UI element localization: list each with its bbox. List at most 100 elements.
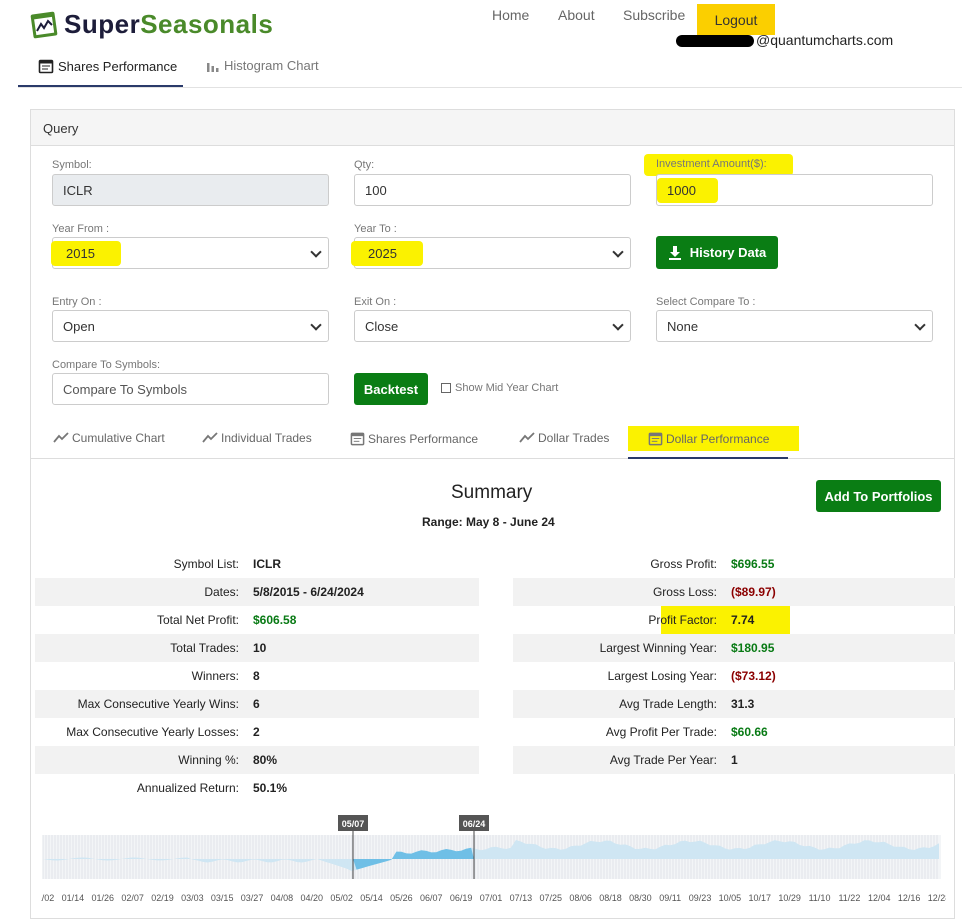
x-tick-label: 04/08 bbox=[271, 893, 294, 903]
tab-shares-performance-sub[interactable]: Shares Performance bbox=[350, 431, 478, 446]
tab-label: Individual Trades bbox=[221, 431, 312, 445]
year-to-select[interactable]: 2025 bbox=[351, 237, 631, 269]
x-tick-label: 04/20 bbox=[301, 893, 324, 903]
stat-row: Total Trades: 10 bbox=[35, 634, 479, 662]
stat-row: Gross Loss: ($89.97) bbox=[513, 578, 955, 606]
range-marker-label: 05/07 bbox=[342, 819, 365, 829]
tab-histogram-chart[interactable]: Histogram Chart bbox=[206, 58, 319, 73]
stat-label: Avg Profit Per Trade: bbox=[605, 725, 717, 739]
active-subtab-indicator bbox=[628, 457, 788, 459]
add-to-portfolios-button[interactable]: Add To Portfolios bbox=[816, 480, 941, 512]
stat-value: ($89.97) bbox=[731, 585, 776, 599]
tab-label: Cumulative Chart bbox=[72, 431, 165, 445]
stat-value: 8 bbox=[253, 669, 260, 683]
x-tick-label: 11/10 bbox=[809, 893, 831, 903]
stat-value: 31.3 bbox=[731, 697, 755, 711]
mid-year-label: Show Mid Year Chart bbox=[455, 382, 559, 394]
exit-select[interactable]: Close bbox=[354, 310, 631, 342]
x-tick-label: 05/26 bbox=[390, 893, 413, 903]
exit-label: Exit On : bbox=[354, 296, 397, 308]
x-tick-label: 09/23 bbox=[689, 893, 712, 903]
brand-logo[interactable]: SuperSeasonals bbox=[30, 6, 273, 42]
x-tick-label: 07/01 bbox=[480, 893, 503, 903]
x-tick-label: 05/14 bbox=[360, 893, 383, 903]
tab-cumulative-chart[interactable]: Cumulative Chart bbox=[53, 431, 165, 445]
stat-label: Profit Factor: bbox=[648, 613, 717, 627]
result-tabs: Cumulative Chart Individual Trades Share… bbox=[31, 423, 954, 459]
stat-label: Winners: bbox=[191, 669, 239, 683]
stat-row: Winning %: 80% bbox=[35, 746, 479, 774]
stat-value: $606.58 bbox=[253, 613, 297, 627]
stat-value: 50.1% bbox=[253, 781, 288, 795]
compare-symbols-label: Compare To Symbols: bbox=[52, 359, 161, 371]
tab-individual-trades[interactable]: Individual Trades bbox=[202, 431, 312, 445]
qty-input[interactable]: 100 bbox=[354, 174, 631, 206]
stat-label: Gross Profit: bbox=[650, 557, 717, 571]
stat-value: $180.95 bbox=[731, 641, 775, 655]
line-chart-icon bbox=[519, 432, 535, 443]
x-tick-label: 01/26 bbox=[91, 893, 114, 903]
range-marker-label: 06/24 bbox=[463, 819, 486, 829]
symbol-input[interactable]: ICLR bbox=[52, 174, 329, 206]
investment-input[interactable]: 1000 bbox=[656, 174, 933, 206]
x-tick-label: 03/03 bbox=[181, 893, 204, 903]
stat-label: Avg Trade Per Year: bbox=[609, 753, 717, 767]
active-tab-indicator bbox=[18, 85, 183, 87]
history-data-button[interactable]: History Data bbox=[656, 236, 778, 269]
stat-row: Winners: 8 bbox=[35, 662, 479, 690]
brand-part2: Seasonals bbox=[140, 8, 274, 39]
x-tick-label: 01/14 bbox=[62, 893, 85, 903]
line-chart-icon bbox=[53, 432, 69, 443]
qty-label: Qty: bbox=[354, 159, 375, 171]
stat-value: 2 bbox=[253, 725, 260, 739]
tab-label: Shares Performance bbox=[368, 431, 479, 446]
nav-home-link[interactable]: Home bbox=[492, 7, 529, 23]
stat-row: Symbol List: ICLR bbox=[35, 550, 479, 578]
stat-value: ICLR bbox=[253, 557, 281, 571]
mid-year-checkbox[interactable]: Show Mid Year Chart bbox=[441, 382, 558, 394]
user-email: @quantumcharts.com bbox=[676, 32, 893, 48]
x-tick-label: 10/05 bbox=[719, 893, 742, 903]
x-tick-label: 07/13 bbox=[510, 893, 533, 903]
x-tick-label: 06/07 bbox=[420, 893, 443, 903]
x-tick-label: 12/16 bbox=[898, 893, 921, 903]
stat-row: Avg Profit Per Trade: $60.66 bbox=[513, 718, 955, 746]
calendar-icon bbox=[648, 432, 663, 446]
tab-dollar-performance[interactable]: Dollar Performance bbox=[628, 426, 800, 451]
investment-label: Investment Amount($): bbox=[644, 154, 793, 176]
redaction-mark bbox=[676, 35, 754, 48]
x-tick-label: 08/06 bbox=[569, 893, 592, 903]
checkbox-box[interactable] bbox=[441, 383, 451, 393]
investment-value: 1000 bbox=[657, 178, 718, 203]
x-tick-label: 11/22 bbox=[838, 893, 860, 903]
compare-symbols-input[interactable]: Compare To Symbols bbox=[52, 373, 329, 405]
query-panel: Query Symbol: ICLR Qty: 100 Investment A… bbox=[30, 109, 955, 919]
stat-row: Total Net Profit: $606.58 bbox=[35, 606, 479, 634]
seasonal-range-chart[interactable]: 05/07 06/24 01/02 01/14 01/26 02/07 02/19 03/03… bbox=[41, 815, 946, 915]
x-tick-label: 10/17 bbox=[749, 893, 772, 903]
tab-shares-performance[interactable]: Shares Performance bbox=[38, 58, 177, 74]
tab-dollar-trades[interactable]: Dollar Trades bbox=[519, 431, 609, 445]
logout-button[interactable]: Logout bbox=[697, 4, 775, 35]
nav-subscribe-link[interactable]: Subscribe bbox=[623, 7, 685, 23]
backtest-button[interactable]: Backtest bbox=[354, 373, 428, 405]
panel-title: Query bbox=[31, 110, 954, 146]
stat-row: Max Consecutive Yearly Losses: 2 bbox=[35, 718, 479, 746]
x-tick-label: 08/30 bbox=[629, 893, 652, 903]
calendar-icon bbox=[350, 432, 365, 446]
year-to-label: Year To : bbox=[354, 223, 397, 235]
year-from-label: Year From : bbox=[52, 223, 110, 235]
year-from-select[interactable]: 2015 bbox=[51, 237, 329, 269]
stat-label: Symbol List: bbox=[173, 557, 239, 571]
x-tick-label: 03/15 bbox=[211, 893, 234, 903]
stat-value: 7.74 bbox=[731, 613, 755, 627]
x-tick-label: 01/02 bbox=[41, 893, 54, 903]
entry-select[interactable]: Open bbox=[52, 310, 329, 342]
tab-label: Dollar Performance bbox=[666, 431, 770, 446]
stat-value: $696.55 bbox=[731, 557, 775, 571]
x-tick-label: 06/19 bbox=[450, 893, 473, 903]
stat-row: Avg Trade Length: 31.3 bbox=[513, 690, 955, 718]
compare-select[interactable]: None bbox=[656, 310, 933, 342]
nav-about-link[interactable]: About bbox=[558, 7, 595, 23]
main-tabs: Shares Performance Histogram Chart bbox=[18, 52, 962, 88]
